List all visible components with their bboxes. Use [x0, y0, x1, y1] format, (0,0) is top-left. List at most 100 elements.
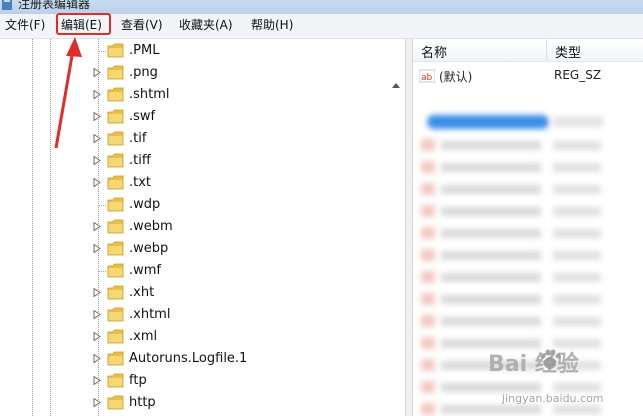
- tree-item-label: .png: [129, 65, 158, 80]
- folder-icon: [107, 87, 124, 102]
- column-header-name[interactable]: 名称: [413, 39, 546, 62]
- tree-item[interactable]: .tiff: [0, 150, 400, 172]
- folder-icon: [107, 395, 124, 410]
- tree-item[interactable]: ftp: [0, 370, 400, 392]
- tree-item[interactable]: .wmf: [0, 260, 400, 282]
- paw-icon: [540, 349, 561, 369]
- folder-icon: [107, 329, 124, 344]
- svg-text:ab: ab: [421, 73, 433, 83]
- folder-icon: [107, 263, 124, 278]
- tree-item-label: .wmf: [129, 263, 162, 278]
- expand-arrow-icon[interactable]: [93, 90, 101, 99]
- tree-item-label: .webm: [129, 219, 173, 234]
- blurred-row-icon: [421, 161, 435, 173]
- expand-arrow-icon[interactable]: [93, 178, 101, 187]
- tree-item[interactable]: http: [0, 392, 400, 414]
- expand-arrow-icon[interactable]: [93, 134, 101, 143]
- blurred-row-icon: [421, 205, 435, 217]
- blurred-row-name: [441, 185, 541, 194]
- blurred-row-type: [553, 251, 601, 260]
- folder-icon: [107, 197, 124, 212]
- expand-arrow-icon[interactable]: [93, 332, 101, 341]
- value-row[interactable]: ab (默认) REG_SZ: [413, 65, 643, 87]
- blurred-row-type: [553, 185, 601, 194]
- menu-view[interactable]: 查看(V): [119, 17, 165, 34]
- tree-item[interactable]: .webp: [0, 238, 400, 260]
- blurred-row-name: [441, 163, 541, 172]
- blurred-row-name: [441, 207, 541, 216]
- blurred-row-icon: [421, 227, 435, 239]
- tree-item-label: .xht: [129, 285, 155, 300]
- tree-item[interactable]: .xht: [0, 282, 400, 304]
- annotation-highlight-box: [56, 13, 111, 35]
- tree-connector: [98, 205, 106, 206]
- blurred-row-icon: [421, 271, 435, 283]
- expand-arrow-icon[interactable]: [93, 310, 101, 319]
- folder-icon: [107, 285, 124, 300]
- blurred-row-icon: [421, 183, 435, 195]
- blurred-row-name: [441, 141, 541, 150]
- expand-arrow-icon[interactable]: [93, 112, 101, 121]
- folder-icon: [107, 109, 124, 124]
- column-header-type[interactable]: 类型: [547, 39, 643, 62]
- tree-item-label: .tiff: [129, 153, 151, 168]
- tree-item-label: .wdp: [129, 197, 161, 212]
- expand-arrow-icon[interactable]: [93, 288, 101, 297]
- folder-icon: [107, 153, 124, 168]
- folder-icon: [107, 131, 124, 146]
- menu-favorites[interactable]: 收藏夹(A): [177, 17, 235, 34]
- blurred-row-type: [553, 141, 601, 150]
- menu-file[interactable]: 文件(F): [3, 17, 47, 34]
- window-title: 注册表编辑器: [18, 0, 91, 11]
- tree-item[interactable]: .txt: [0, 172, 400, 194]
- expand-arrow-icon[interactable]: [93, 156, 101, 165]
- folder-icon: [107, 219, 124, 234]
- tree-item[interactable]: .xhtml: [0, 304, 400, 326]
- folder-icon: [107, 43, 124, 58]
- blurred-row-type: [553, 317, 601, 326]
- menu-help[interactable]: 帮助(H): [249, 17, 295, 34]
- blurred-row-icon: [421, 249, 435, 261]
- value-type: REG_SZ: [554, 68, 602, 82]
- folder-icon: [107, 351, 124, 366]
- tree-item-label: http: [129, 395, 156, 410]
- expand-arrow-icon[interactable]: [93, 354, 101, 363]
- value-name: (默认): [439, 70, 473, 84]
- blurred-row-icon: [421, 403, 435, 415]
- blurred-row-icon: [421, 337, 435, 349]
- string-value-icon: ab: [419, 69, 435, 83]
- expand-arrow-icon[interactable]: [93, 376, 101, 385]
- watermark: Bai 经验 jingyan.baidu.com: [488, 346, 638, 412]
- blurred-row-name: [441, 317, 541, 326]
- watermark-logo: Bai 经验: [488, 352, 579, 377]
- tree-item[interactable]: .webm: [0, 216, 400, 238]
- expand-arrow-icon[interactable]: [93, 222, 101, 231]
- blurred-row-type: [553, 273, 601, 282]
- tree-item-label: .PML: [129, 43, 160, 58]
- tree-item[interactable]: .wdp: [0, 194, 400, 216]
- expand-arrow-icon[interactable]: [93, 244, 101, 253]
- tree-item[interactable]: .xml: [0, 326, 400, 348]
- folder-icon: [107, 307, 124, 322]
- tree-item[interactable]: Autoruns.Logfile.1: [0, 348, 400, 370]
- blurred-row-type: [553, 295, 601, 304]
- folder-icon: [107, 373, 124, 388]
- annotation-arrow-icon: [54, 37, 82, 149]
- blurred-row-name: [441, 251, 541, 260]
- blurred-row-name: [441, 229, 541, 238]
- blurred-row-type: [553, 229, 601, 238]
- blurred-row-icon: [421, 381, 435, 393]
- blurred-row-icon: [421, 359, 435, 371]
- blurred-row-icon: [421, 315, 435, 327]
- tree-item-label: ftp: [129, 373, 147, 388]
- expand-arrow-icon[interactable]: [93, 68, 101, 77]
- title-bar: 注册表编辑器: [0, 0, 643, 14]
- watermark-url: jingyan.baidu.com: [502, 392, 604, 405]
- folder-icon: [107, 241, 124, 256]
- pane-splitter[interactable]: [405, 39, 413, 416]
- tree-item-label: .xhtml: [129, 307, 171, 322]
- tree-item-label: .tif: [129, 131, 147, 146]
- tree-item-label: .webp: [129, 241, 169, 256]
- column-header-type-label: 类型: [555, 46, 582, 61]
- expand-arrow-icon[interactable]: [93, 398, 101, 407]
